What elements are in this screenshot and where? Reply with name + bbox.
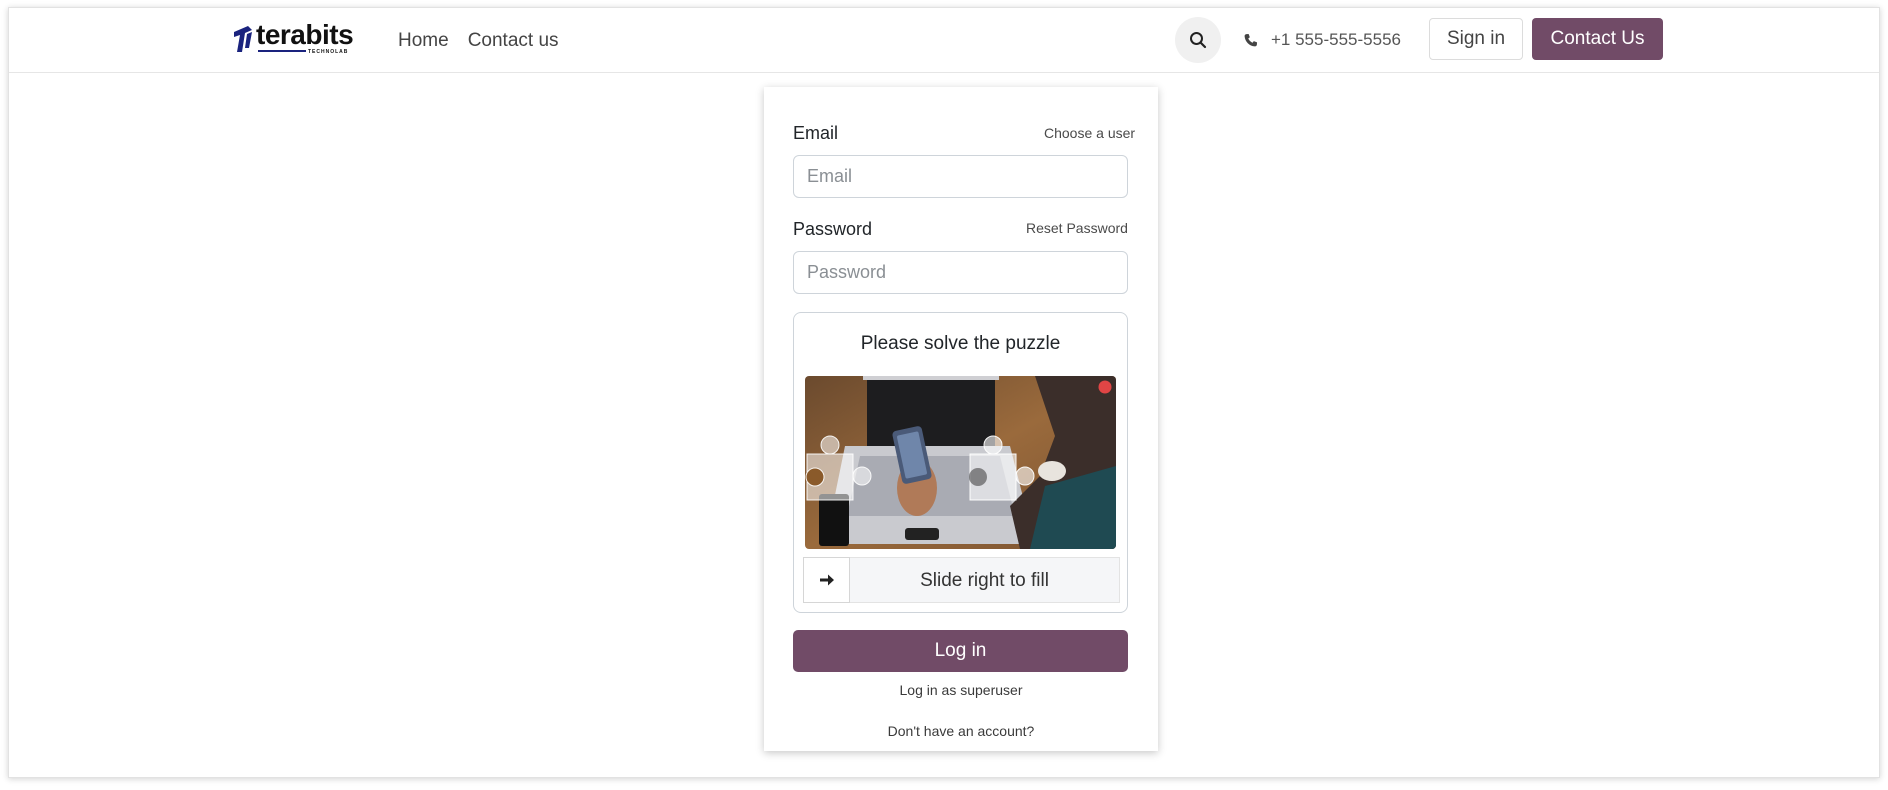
nav-home[interactable]: Home (398, 30, 449, 52)
logo-subtext: TECHNOLAB (308, 49, 349, 55)
puzzle-image (805, 376, 1116, 549)
password-field[interactable] (793, 251, 1128, 294)
puzzle-title: Please solve the puzzle (860, 333, 1061, 354)
sign-in-button[interactable]: Sign in (1429, 18, 1523, 60)
phone-contact[interactable]: +1 555-555-5556 (1243, 30, 1401, 50)
phone-icon (1244, 33, 1258, 46)
signup-link[interactable]: Don't have an account? (764, 723, 1158, 739)
terabits-logo[interactable]: terabits TECHNOLAB (232, 19, 364, 56)
password-label: Password (793, 219, 873, 239)
email-label: Email (793, 123, 839, 143)
arrow-right-icon (819, 574, 834, 586)
slider-handle[interactable] (803, 557, 850, 603)
phone-number: +1 555-555-5556 (1271, 30, 1401, 49)
login-card: Email Choose a user Password Reset Passw… (764, 87, 1158, 751)
log-in-superuser-link[interactable]: Log in as superuser (764, 682, 1158, 698)
choose-user-link[interactable]: Choose a user (1044, 125, 1135, 141)
puzzle-slider[interactable]: Slide right to fill (803, 557, 1120, 603)
browser-frame: terabits TECHNOLAB Home Contact us +1 55… (8, 7, 1880, 778)
log-in-button[interactable]: Log in (793, 630, 1128, 672)
logo-text: terabits (256, 19, 354, 50)
email-field[interactable] (793, 155, 1128, 198)
captcha-puzzle: Please solve the puzzle Slide right to f… (793, 312, 1128, 613)
site-header: terabits TECHNOLAB Home Contact us +1 55… (9, 8, 1879, 73)
logo-icon (234, 26, 252, 52)
search-button[interactable] (1175, 17, 1221, 63)
logo-underline (258, 50, 306, 52)
slider-instruction: Slide right to fill (920, 570, 1049, 591)
search-icon (1190, 32, 1207, 49)
nav-contact-us[interactable]: Contact us (468, 30, 559, 52)
reset-password-link[interactable]: Reset Password (1026, 220, 1128, 236)
contact-us-button[interactable]: Contact Us (1532, 18, 1663, 60)
main-nav: Home Contact us (398, 30, 559, 52)
